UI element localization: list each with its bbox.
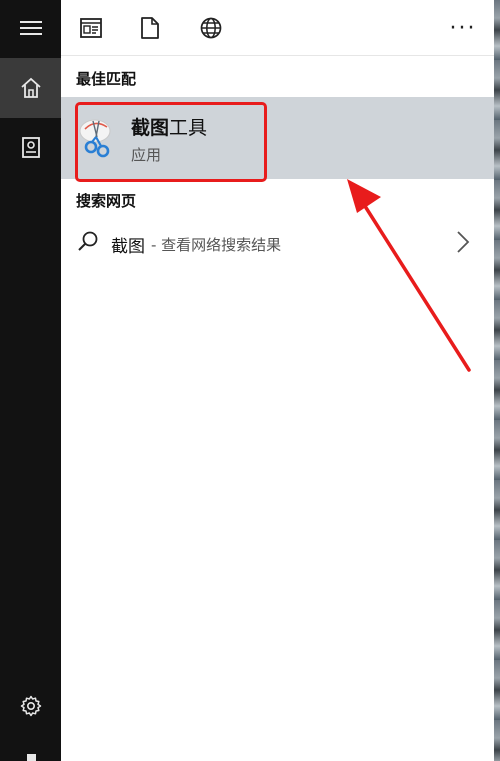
web-search-hint: - 查看网络搜索结果 <box>151 236 282 254</box>
filter-toolbar: ··· <box>61 0 494 56</box>
web-filter-button[interactable] <box>195 12 227 44</box>
more-icon: ··· <box>449 15 477 41</box>
search-panel: ··· 最佳匹配 截图工具 应用 搜索网页 截图 - 查看网络搜索结果 <box>61 0 494 761</box>
left-rail <box>0 0 61 761</box>
power-button-partial[interactable] <box>27 754 36 761</box>
desktop-background-strip <box>494 0 500 761</box>
best-match-heading: 最佳匹配 <box>76 70 137 88</box>
annotation-arrow <box>347 179 471 372</box>
globe-icon <box>200 17 222 39</box>
hamburger-menu-button[interactable] <box>0 0 61 56</box>
notebook-button[interactable] <box>0 118 61 178</box>
web-search-query: 截图 <box>111 237 145 257</box>
search-icon <box>78 231 98 251</box>
hamburger-menu-icon <box>19 21 42 35</box>
apps-filter-button[interactable] <box>75 12 107 44</box>
web-search-heading: 搜索网页 <box>76 192 137 210</box>
file-icon <box>141 17 159 39</box>
settings-button[interactable] <box>0 676 61 736</box>
home-icon <box>20 77 41 98</box>
home-button[interactable] <box>0 58 61 118</box>
document-view-icon <box>80 18 102 38</box>
documents-filter-button[interactable] <box>134 12 166 44</box>
annotation-highlight-box <box>75 102 267 182</box>
settings-icon <box>20 695 41 717</box>
more-options-button[interactable]: ··· <box>447 12 479 44</box>
notebook-icon <box>21 137 40 158</box>
